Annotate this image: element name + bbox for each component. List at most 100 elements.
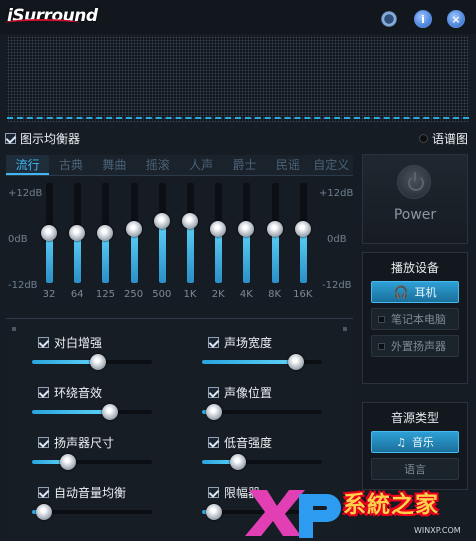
checkbox-icon[interactable] — [5, 133, 16, 144]
checkbox-icon[interactable] — [38, 387, 49, 398]
slider-knob[interactable] — [206, 404, 222, 420]
tab-pop[interactable]: 流行 — [6, 155, 50, 175]
isurround-window: iSurround i × 图示均衡器 语谱图 流行 古典 舞曲 摇滚 人声 爵… — [0, 0, 476, 541]
slider-knob[interactable] — [230, 454, 246, 470]
slider-knob[interactable] — [60, 454, 76, 470]
eq-band-4K[interactable]: 4K — [238, 183, 255, 303]
slider-knob[interactable] — [206, 504, 222, 520]
eq-knob[interactable] — [238, 220, 255, 237]
spectrum-toggle[interactable]: 语谱图 — [418, 130, 468, 147]
tab-dance[interactable]: 舞曲 — [93, 155, 136, 175]
checkbox-icon[interactable] — [38, 437, 49, 448]
eq-knob[interactable] — [125, 220, 142, 237]
checkbox-icon[interactable] — [208, 337, 219, 348]
soundfield-width-slider[interactable] — [202, 354, 322, 370]
tab-rock[interactable]: 摇滚 — [136, 155, 179, 175]
eq-band-8K[interactable]: 8K — [266, 183, 283, 303]
playback-device-panel: 播放设备 🎧 耳机 笔记本电脑 外置扬声器 — [362, 252, 468, 384]
eq-frequency-label: 8K — [268, 289, 282, 300]
checkbox-icon[interactable] — [208, 387, 219, 398]
dialogue-enhance-slider[interactable] — [32, 354, 152, 370]
bass-intensity-label: 低音强度 — [224, 436, 273, 450]
tab-vocal[interactable]: 人声 — [180, 155, 223, 175]
info-icon[interactable]: i — [414, 10, 432, 28]
eq-frequency-label: 1K — [183, 289, 197, 300]
tab-custom[interactable]: 自定义 — [310, 155, 353, 175]
tab-folk[interactable]: 民谣 — [266, 155, 309, 175]
eq-band-500[interactable]: 500 — [152, 183, 171, 303]
device-speakers-button[interactable]: 外置扬声器 — [371, 335, 459, 357]
eq-knob[interactable] — [41, 225, 57, 241]
eq-knob[interactable] — [182, 212, 198, 229]
tab-jazz[interactable]: 爵士 — [223, 155, 266, 175]
tab-classical[interactable]: 古典 — [49, 155, 92, 175]
device-headphones-button[interactable]: 🎧 耳机 — [371, 281, 459, 303]
slider-knob[interactable] — [102, 404, 118, 420]
slider-fill — [32, 360, 98, 364]
checkbox-icon[interactable] — [208, 437, 219, 448]
device-headphones-label: 耳机 — [414, 286, 437, 299]
power-icon — [397, 165, 431, 199]
eq-knob[interactable] — [153, 212, 170, 229]
eq-sliders: 32 64 125 250 500 1K 2K 4K 8K 16K — [30, 183, 330, 303]
radio-icon[interactable] — [418, 134, 428, 143]
eq-knob[interactable] — [69, 225, 86, 241]
soundfield-width-label: 声场宽度 — [224, 336, 273, 350]
spectrum-label: 语谱图 — [431, 132, 468, 146]
pan-position-checkbox[interactable]: 声像位置 — [208, 384, 272, 401]
dialogue-enhance-label: 对白增强 — [54, 336, 103, 350]
speaker-size-slider[interactable] — [32, 454, 152, 470]
slider-fill — [32, 410, 110, 414]
eq-fill — [187, 220, 194, 283]
eq-fill — [130, 228, 138, 283]
eq-frequency-label: 4K — [239, 289, 253, 300]
dialogue-enhance-checkbox[interactable]: 对白增强 — [38, 334, 102, 351]
db-mid-left: 0dB — [8, 234, 28, 245]
corner-marker — [343, 327, 347, 331]
checkbox-icon[interactable] — [208, 487, 219, 498]
device-laptop-label: 笔记本电脑 — [391, 313, 446, 326]
power-button[interactable]: Power — [362, 154, 468, 244]
eq-knob[interactable] — [97, 225, 114, 241]
auto-volume-label: 自动音量均衡 — [54, 486, 127, 500]
eq-knob[interactable] — [266, 220, 283, 237]
eq-band-250[interactable]: 250 — [124, 183, 143, 303]
bass-intensity-checkbox[interactable]: 低音强度 — [208, 434, 272, 451]
eq-fill — [158, 220, 166, 283]
eq-frequency-label: 500 — [152, 289, 172, 300]
eq-band-16K[interactable]: 16K — [293, 183, 312, 303]
checkbox-icon[interactable] — [38, 337, 49, 348]
auto-volume-checkbox[interactable]: 自动音量均衡 — [38, 484, 126, 501]
pan-position-slider[interactable] — [202, 404, 322, 420]
auto-volume-slider[interactable] — [32, 504, 152, 520]
eq-enable-label: 图示均衡器 — [20, 132, 81, 146]
soundfield-width-checkbox[interactable]: 声场宽度 — [208, 334, 272, 351]
device-laptop-button[interactable]: 笔记本电脑 — [371, 308, 459, 330]
checkbox-icon[interactable] — [38, 487, 49, 498]
eq-frequency-label: 16K — [293, 289, 313, 300]
eq-frequency-label: 250 — [124, 289, 144, 300]
eq-band-64[interactable]: 64 — [69, 183, 86, 303]
eq-knob[interactable] — [210, 220, 227, 237]
slider-knob[interactable] — [287, 354, 304, 370]
bass-intensity-slider[interactable] — [202, 454, 322, 470]
eq-enable-checkbox[interactable]: 图示均衡器 — [5, 130, 80, 147]
source-music-button[interactable]: ♫ 音乐 — [371, 431, 459, 453]
surround-effect-checkbox[interactable]: 环绕音效 — [38, 384, 102, 401]
power-label: Power — [393, 207, 437, 223]
laptop-icon — [378, 315, 385, 323]
close-icon[interactable]: × — [447, 10, 465, 28]
visualizer-baseline — [7, 117, 469, 119]
eq-knob[interactable] — [294, 220, 311, 237]
gear-icon[interactable] — [380, 10, 398, 28]
slider-knob[interactable] — [36, 504, 52, 520]
eq-band-1K[interactable]: 1K — [182, 183, 198, 303]
eq-band-32[interactable]: 32 — [41, 183, 57, 303]
eq-band-2K[interactable]: 2K — [210, 183, 227, 303]
speaker-size-checkbox[interactable]: 扬声器尺寸 — [38, 434, 114, 451]
eq-band-125[interactable]: 125 — [96, 183, 115, 303]
source-title: 音源类型 — [390, 411, 439, 425]
eq-frequency-label: 2K — [211, 289, 225, 300]
surround-effect-slider[interactable] — [32, 404, 152, 420]
slider-knob[interactable] — [90, 354, 106, 370]
